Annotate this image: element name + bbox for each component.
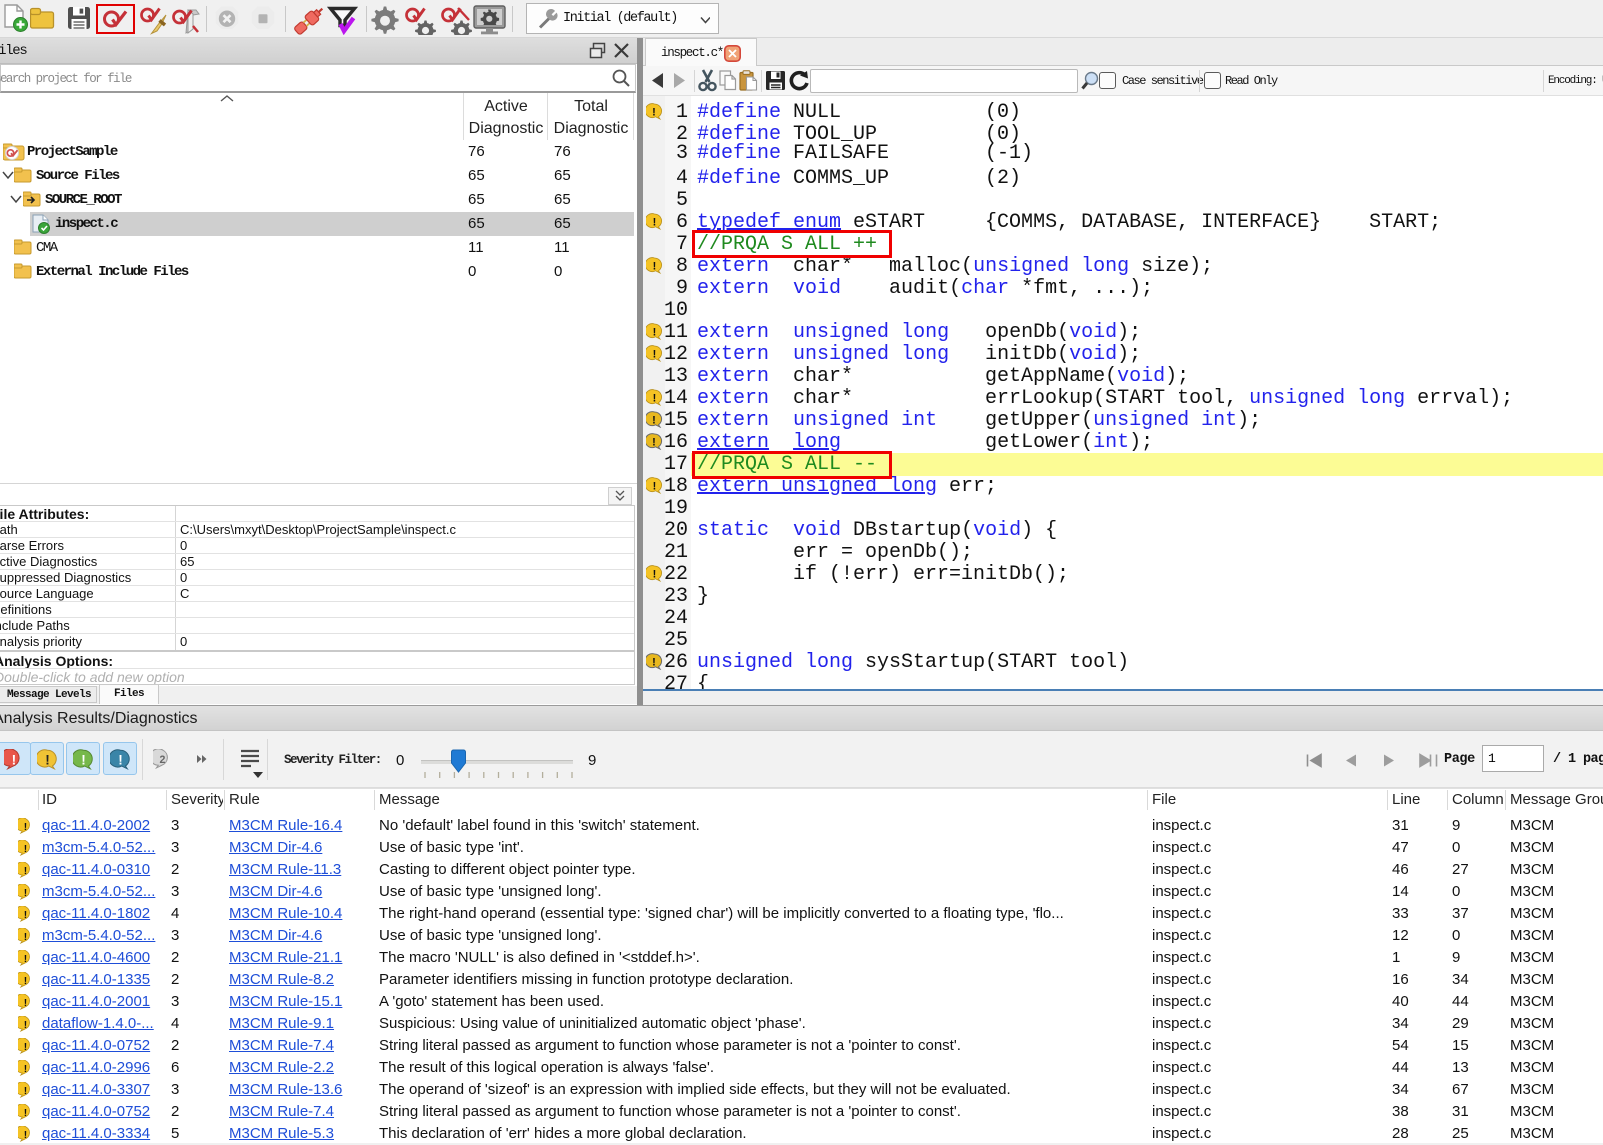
svg-text:!: ! xyxy=(653,261,657,273)
svg-text:!: ! xyxy=(81,752,86,767)
svg-text:!: ! xyxy=(45,752,50,767)
svg-text:!: ! xyxy=(652,107,656,119)
svg-text:!: ! xyxy=(653,393,657,405)
svg-text:!: ! xyxy=(118,752,123,767)
svg-text:!: ! xyxy=(652,415,656,427)
svg-text:!: ! xyxy=(653,327,657,339)
svg-text:!: ! xyxy=(653,217,657,229)
svg-text:!: ! xyxy=(652,437,656,449)
svg-text:!: ! xyxy=(653,481,657,493)
svg-text:!: ! xyxy=(12,752,17,767)
svg-text:!: ! xyxy=(653,569,657,581)
svg-text:2: 2 xyxy=(159,754,165,766)
svg-text:!: ! xyxy=(652,657,656,669)
svg-text:!: ! xyxy=(653,349,657,361)
